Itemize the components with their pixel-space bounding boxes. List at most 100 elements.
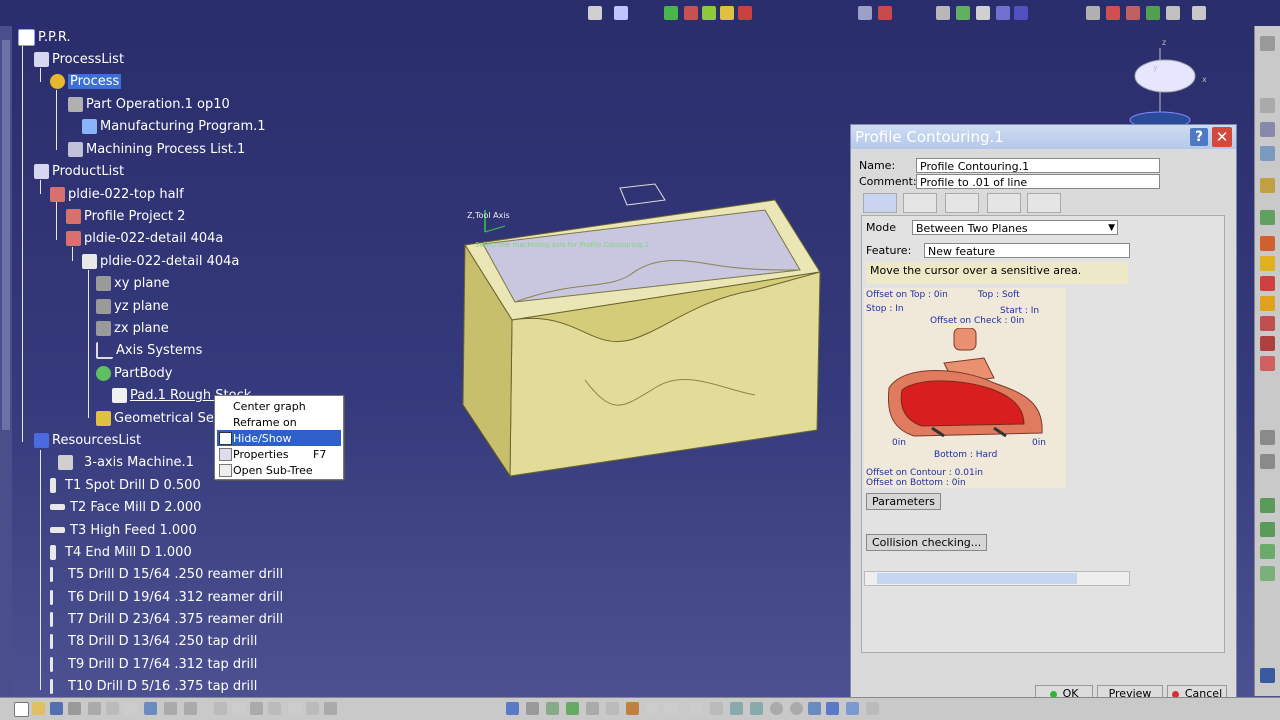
rotate-icon[interactable] [1260, 36, 1275, 51]
redo-icon[interactable] [164, 702, 177, 715]
geometry-diagram[interactable]: Offset on Top : 0in Top : Soft Stop : In… [864, 288, 1066, 488]
tree-item-productlist[interactable]: ProductList [34, 161, 124, 181]
profile-icon[interactable] [1260, 236, 1275, 251]
tree-item-tool-t9[interactable]: T9 Drill D 17/64 .312 tap drill [50, 654, 257, 674]
tree-item-process[interactable]: Process [50, 71, 122, 91]
law-icon[interactable] [324, 702, 337, 715]
tab-strategy[interactable] [863, 193, 897, 213]
tree-item-processlist[interactable]: ProcessList [34, 49, 124, 69]
zoom-out-icon[interactable] [790, 702, 803, 715]
tree-item-machining-process-list[interactable]: Machining Process List.1 [68, 139, 245, 159]
zoom-in-icon[interactable] [770, 702, 783, 715]
tree-item-part-operation[interactable]: Part Operation.1 op10 [68, 94, 230, 114]
comment-field[interactable]: Profile to .01 of line [916, 174, 1160, 189]
tree-item-tool-t6[interactable]: T6 Drill D 19/64 .312 reamer drill [50, 587, 283, 607]
swap-icon[interactable] [606, 702, 619, 715]
shading-icon[interactable] [566, 702, 579, 715]
contour-diagram[interactable] [884, 328, 1044, 448]
menu-item-open-sub-tree[interactable]: Open Sub-Tree [217, 462, 341, 478]
filter-icon[interactable] [956, 6, 970, 20]
video-icon[interactable] [1146, 6, 1160, 20]
tree-item-partbody[interactable]: PartBody [96, 363, 172, 383]
list-icon[interactable] [1260, 122, 1275, 137]
program-icon[interactable] [1260, 146, 1275, 161]
tool-icon[interactable] [1260, 210, 1275, 225]
measure-icon[interactable] [858, 6, 872, 20]
tab-macros[interactable] [1027, 193, 1061, 213]
tree-item-zx-plane[interactable]: zx plane [96, 318, 169, 338]
tree-item-tool-t5[interactable]: T5 Drill D 15/64 .250 reamer drill [50, 564, 283, 584]
print-icon[interactable] [68, 702, 81, 715]
views-icon[interactable] [826, 702, 839, 715]
surface-icon[interactable] [546, 702, 559, 715]
tree-item-tool-t7[interactable]: T7 Drill D 23/64 .375 reamer drill [50, 609, 283, 629]
facing-icon[interactable] [1260, 276, 1275, 291]
hide-show-icon[interactable] [866, 702, 879, 715]
sketch-icon[interactable] [1260, 336, 1275, 351]
undo-icon[interactable] [144, 702, 157, 715]
tree-item-axis-systems[interactable]: Axis Systems [96, 340, 202, 360]
curve-icon[interactable] [1260, 316, 1275, 331]
pocket-icon[interactable] [1260, 256, 1275, 271]
copy-icon[interactable] [106, 702, 119, 715]
name-field[interactable]: Profile Contouring.1 [916, 158, 1160, 173]
tree-item-tool-t8[interactable]: T8 Drill D 13/64 .250 tap drill [50, 631, 257, 651]
auxiliary-icon[interactable] [1260, 454, 1275, 469]
macro-icon[interactable] [250, 702, 263, 715]
rotate-view-icon[interactable] [750, 702, 763, 715]
chart-icon[interactable] [1260, 178, 1275, 193]
tree-item-tool-t2[interactable]: T2 Face Mill D 2.000 [50, 497, 201, 517]
fit-all-icon[interactable] [710, 702, 723, 715]
retract-icon[interactable] [1260, 522, 1275, 537]
simulate-icon[interactable] [1126, 6, 1140, 20]
tree-item-xy-plane[interactable]: xy plane [96, 273, 170, 293]
cut-icon[interactable] [88, 702, 101, 715]
grid-icon[interactable] [614, 6, 628, 20]
tree-item-top-half[interactable]: pldie-022-top half [50, 184, 184, 204]
menu-item-hide-show[interactable]: Hide/Show [217, 430, 341, 446]
open-icon[interactable] [32, 702, 45, 715]
multi-view-icon[interactable] [646, 702, 659, 715]
machine-icon[interactable] [1086, 6, 1100, 20]
save-icon[interactable] [50, 702, 63, 715]
normal-icon[interactable] [808, 702, 821, 715]
drill-icon[interactable] [1260, 296, 1275, 311]
select-icon[interactable] [1260, 98, 1275, 113]
tree-item-profile-project[interactable]: Profile Project 2 [66, 206, 185, 226]
document-icon[interactable] [1192, 6, 1206, 20]
view-iso-icon[interactable] [506, 702, 519, 715]
tool-path-icon[interactable] [1106, 6, 1120, 20]
validate-icon[interactable] [720, 6, 734, 20]
tree-item-resourceslist[interactable]: ResourcesList [34, 430, 141, 450]
axis-icon[interactable] [1260, 430, 1275, 445]
tree-root[interactable]: P.P.R. [18, 27, 71, 47]
help-button[interactable]: ? [1190, 128, 1208, 146]
part-3d-model[interactable]: Z,Tool Axis Select the machining axis fo… [455, 180, 825, 480]
fix-icon[interactable] [684, 6, 698, 20]
menu-item-center-graph[interactable]: Center graph [217, 398, 341, 414]
tree-item-yz-plane[interactable]: yz plane [96, 296, 169, 316]
check-icon[interactable] [702, 6, 716, 20]
hide-icon[interactable] [586, 702, 599, 715]
tab-geometry[interactable] [903, 193, 937, 213]
approach-icon[interactable] [1260, 498, 1275, 513]
compare-icon[interactable] [878, 6, 892, 20]
whats-this-icon[interactable] [184, 702, 197, 715]
table-icon[interactable] [268, 702, 281, 715]
catalog-icon[interactable] [936, 6, 950, 20]
close-button[interactable]: ✕ [1212, 127, 1232, 147]
capture-icon[interactable] [664, 702, 677, 715]
comment-icon[interactable] [232, 702, 245, 715]
report-icon[interactable] [996, 6, 1010, 20]
dialog-title-bar[interactable]: Profile Contouring.1 ? ✕ [851, 125, 1236, 149]
tree-item-tool-t3[interactable]: T3 High Feed 1.000 [50, 520, 197, 540]
link-icon[interactable] [1260, 544, 1275, 559]
fly-icon[interactable] [690, 702, 703, 715]
tree-item-detail-404a[interactable]: pldie-022-detail 404a [66, 228, 223, 248]
table-icon[interactable] [976, 6, 990, 20]
tree-item-manufacturing-program[interactable]: Manufacturing Program.1 [82, 116, 266, 136]
parameters-icon[interactable] [306, 702, 319, 715]
nc-output-icon[interactable] [1166, 6, 1180, 20]
export-icon[interactable] [1014, 6, 1028, 20]
tree-item-tool-t1[interactable]: T1 Spot Drill D 0.500 [50, 475, 201, 495]
